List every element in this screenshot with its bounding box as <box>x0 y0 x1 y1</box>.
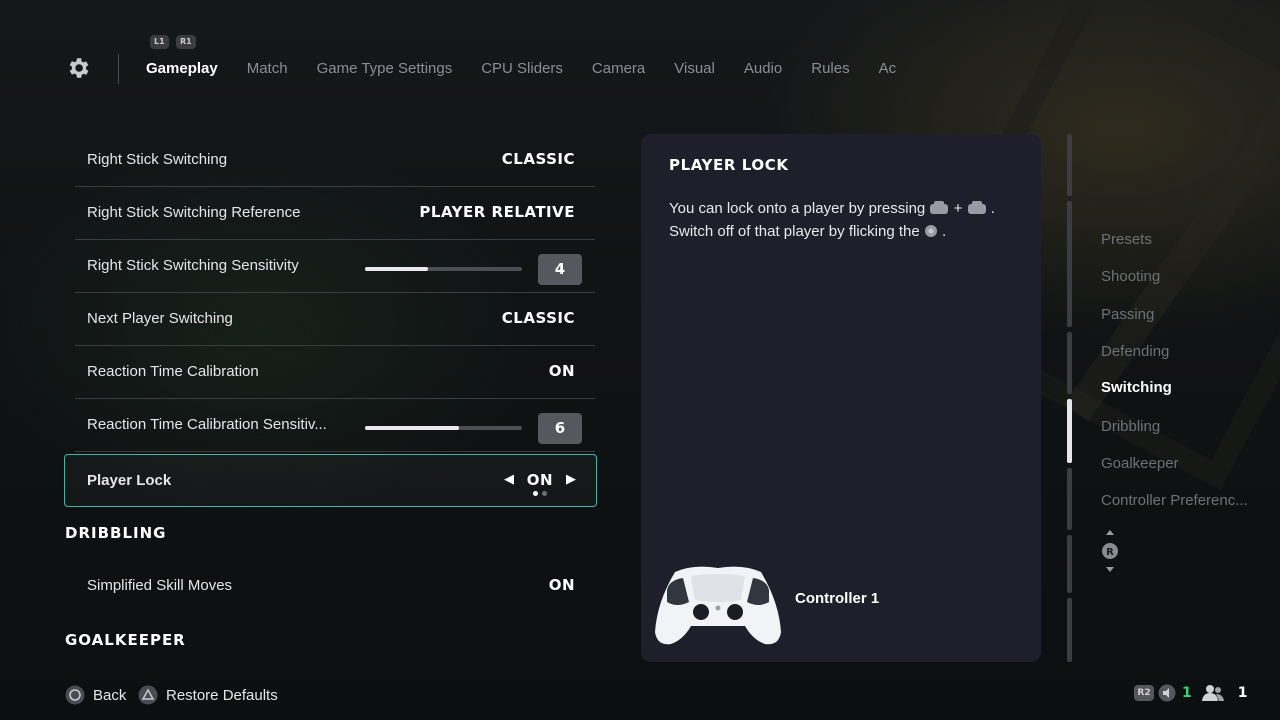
category-controller-preferences[interactable]: Controller Preferenc... <box>1101 492 1271 509</box>
category-defending[interactable]: Defending <box>1101 343 1271 360</box>
info-panel: PLAYER LOCK You can lock onto a player b… <box>641 134 1041 662</box>
tab-gameplay[interactable]: Gameplay <box>146 60 218 82</box>
category-presets[interactable]: Presets <box>1101 231 1271 248</box>
gear-icon[interactable] <box>65 55 91 81</box>
description-line1: You can lock onto a player by pressing <box>669 200 926 217</box>
sensitivity-slider[interactable] <box>365 426 522 430</box>
slider-fill <box>365 426 460 430</box>
l1-button-icon <box>930 201 949 214</box>
description-period: . <box>990 200 995 217</box>
circle-button-icon <box>65 685 85 705</box>
setting-value: ON <box>548 362 575 380</box>
scroll-rail-segment <box>1067 134 1072 196</box>
setting-value: ON <box>548 576 575 594</box>
sensitivity-slider[interactable] <box>365 267 522 271</box>
setting-label: Right Stick Switching <box>87 151 228 168</box>
setting-label: Reaction Time Calibration Sensitiv... <box>87 416 327 433</box>
nav-divider <box>118 54 119 84</box>
restore-defaults-label: Restore Defaults <box>166 686 278 704</box>
back-label: Back <box>93 686 127 704</box>
info-panel-description: You can lock onto a player by pressing +… <box>669 197 1019 243</box>
scroll-rail-active-segment[interactable] <box>1067 399 1072 463</box>
description-plus: + <box>953 200 963 217</box>
scroll-rail-segment <box>1067 598 1072 662</box>
setting-reaction-time-calibration[interactable]: Reaction Time Calibration ON <box>75 346 595 399</box>
tab-visual[interactable]: Visual <box>674 60 715 82</box>
setting-label: Right Stick Switching Reference <box>87 204 301 221</box>
option-dot <box>542 491 547 496</box>
tab-rules[interactable]: Rules <box>811 60 849 82</box>
status-bar: R2 1 1 <box>1134 684 1248 702</box>
setting-label: Reaction Time Calibration <box>87 363 259 380</box>
slider-value-box: 6 <box>538 413 582 444</box>
category-passing[interactable]: Passing <box>1101 306 1271 323</box>
category-switching[interactable]: Switching <box>1101 379 1271 396</box>
setting-label: Right Stick Switching Sensitivity <box>87 257 299 274</box>
section-heading-goalkeeper: GOALKEEPER <box>65 631 186 649</box>
back-button[interactable]: Back <box>65 685 126 705</box>
triangle-button-icon <box>138 685 158 705</box>
controller-label: Controller 1 <box>795 590 880 607</box>
option-page-dots <box>533 491 547 496</box>
slider-fill <box>365 267 428 271</box>
setting-player-lock[interactable]: Player Lock ◀ ON ▶ <box>64 454 597 507</box>
controller-icon <box>655 566 781 645</box>
scroll-rail-segment <box>1067 535 1072 593</box>
voice-count: 1 <box>1182 685 1192 701</box>
settings-tabs: Gameplay Match Game Type Settings CPU Sl… <box>146 60 896 82</box>
tab-game-type-settings[interactable]: Game Type Settings <box>317 60 453 82</box>
category-shooting[interactable]: Shooting <box>1101 268 1271 285</box>
setting-label: Player Lock <box>87 472 172 489</box>
tab-camera[interactable]: Camera <box>592 60 645 82</box>
voice-chat-icon <box>1158 684 1176 702</box>
setting-value: ON <box>526 471 553 489</box>
section-heading-dribbling: DRIBBLING <box>65 524 167 542</box>
setting-right-stick-switching-reference[interactable]: Right Stick Switching Reference PLAYER R… <box>75 187 595 240</box>
l1-bumper-icon: L1 <box>150 35 169 49</box>
description-line2: Switch off of that player by flicking th… <box>669 223 920 240</box>
description-period: . <box>942 223 947 240</box>
setting-simplified-skill-moves[interactable]: Simplified Skill Moves ON <box>75 560 595 613</box>
category-goalkeeper[interactable]: Goalkeeper <box>1101 455 1271 472</box>
slider-value-box: 4 <box>538 254 582 285</box>
setting-label: Next Player Switching <box>87 310 233 327</box>
right-stick-icon <box>924 225 937 237</box>
setting-value: CLASSIC <box>501 309 575 327</box>
setting-right-stick-switching[interactable]: Right Stick Switching CLASSIC <box>75 134 595 187</box>
setting-value: PLAYER RELATIVE <box>419 203 575 221</box>
right-stick-scroll-icon: R <box>1102 530 1118 572</box>
tab-accessibility[interactable]: Ac <box>879 60 896 82</box>
setting-reaction-time-calibration-sensitivity[interactable]: Reaction Time Calibration Sensitiv... 6 <box>75 399 595 452</box>
scroll-rail-segment <box>1067 201 1072 327</box>
setting-right-stick-switching-sensitivity[interactable]: Right Stick Switching Sensitivity 4 <box>75 240 595 293</box>
setting-label: Simplified Skill Moves <box>87 577 233 594</box>
tab-match[interactable]: Match <box>247 60 288 82</box>
scroll-rail-segment <box>1067 468 1072 530</box>
svg-text:R: R <box>1106 547 1114 558</box>
players-icon <box>1201 685 1224 701</box>
r1-bumper-icon: R1 <box>176 35 196 49</box>
players-count: 1 <box>1237 685 1248 701</box>
arrow-left-icon[interactable]: ◀ <box>504 472 514 487</box>
tab-cpu-sliders[interactable]: CPU Sliders <box>481 60 563 82</box>
r1-button-icon <box>967 201 986 214</box>
category-dribbling[interactable]: Dribbling <box>1101 418 1271 435</box>
tab-audio[interactable]: Audio <box>744 60 782 82</box>
r2-button-icon: R2 <box>1134 685 1154 701</box>
arrow-right-icon[interactable]: ▶ <box>566 472 576 487</box>
setting-next-player-switching[interactable]: Next Player Switching CLASSIC <box>75 293 595 346</box>
info-panel-title: PLAYER LOCK <box>669 156 789 174</box>
restore-defaults-button[interactable]: Restore Defaults <box>138 685 278 705</box>
setting-value: CLASSIC <box>501 150 575 168</box>
scroll-rail-segment <box>1067 332 1072 394</box>
option-dot-active <box>533 491 538 496</box>
